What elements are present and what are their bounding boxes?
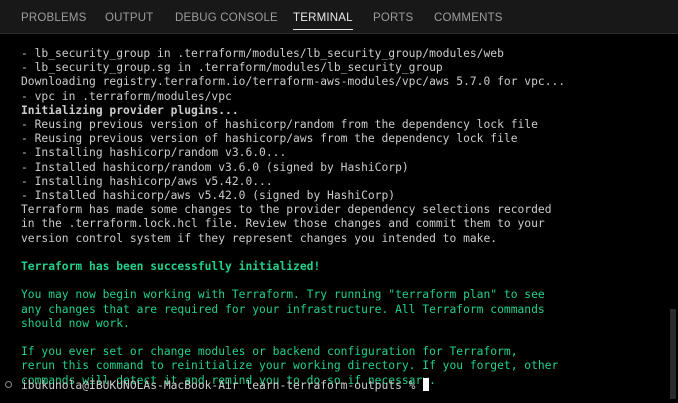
tab-terminal[interactable]: TERMINAL <box>293 0 353 34</box>
tab-output[interactable]: OUTPUT <box>105 0 153 34</box>
tab-problems[interactable]: PROBLEMS <box>21 0 87 34</box>
terminal-line: - Reusing previous version of hashicorp/… <box>21 118 538 131</box>
terminal-line: You may now begin working with Terraform… <box>21 288 545 302</box>
terminal-line: - lb_security_group in .terraform/module… <box>21 47 504 60</box>
terminal-line: should now work. <box>21 316 130 330</box>
block-cursor-icon <box>423 378 430 391</box>
circle-outline-icon[interactable] <box>5 381 12 388</box>
terminal-line: any changes that are required for your i… <box>21 302 545 316</box>
terminal-line: - Reusing previous version of hashicorp/… <box>21 132 518 146</box>
tab-debug-console[interactable]: DEBUG CONSOLE <box>175 0 278 34</box>
terminal-line: Downloading registry.terraform.io/terraf… <box>21 75 566 89</box>
terminal-line: - vpc in .terraform/modules/vpc <box>21 89 232 103</box>
terminal-scrollbar[interactable] <box>668 34 678 403</box>
terminal-panel: PROBLEMS OUTPUT DEBUG CONSOLE TERMINAL P… <box>0 0 678 403</box>
terminal-line: - Installing hashicorp/aws v5.42.0... <box>21 174 273 188</box>
terminal-line: Terraform has been successfully initiali… <box>21 260 321 273</box>
terminal-line: Initializing provider plugins... <box>21 103 239 117</box>
terminal-line: version control system if they represent… <box>21 231 498 245</box>
terminal-prompt: ibukunola@IBUKUNOLAs-MacBook-Air learn-t… <box>21 378 430 393</box>
terminal-line: - Installed hashicorp/random v3.6.0 (sig… <box>21 160 409 174</box>
terminal-output[interactable]: - lb_security_group in .terraform/module… <box>0 34 678 403</box>
terminal-line: - Installing hashicorp/random v3.6.0... <box>21 146 287 160</box>
prompt-label: ibukunola@IBUKUNOLAs-MacBook-Air learn-t… <box>21 379 423 392</box>
terminal-line: Terraform has made some changes to the p… <box>21 203 552 217</box>
tab-comments[interactable]: COMMENTS <box>434 0 503 34</box>
panel-tab-bar: PROBLEMS OUTPUT DEBUG CONSOLE TERMINAL P… <box>0 0 678 34</box>
scrollbar-thumb[interactable] <box>670 309 676 399</box>
terminal-line: - Installed hashicorp/aws v5.42.0 (signe… <box>21 189 396 202</box>
terminal-line: - lb_security_group.sg in .terraform/mod… <box>21 61 443 75</box>
terminal-line: If you ever set or change modules or bac… <box>21 345 518 359</box>
terminal-line: in the .terraform.lock.hcl file. Review … <box>21 217 545 231</box>
terminal-prompt-row[interactable]: ibukunola@IBUKUNOLAs-MacBook-Air learn-t… <box>0 378 678 392</box>
terminal-line: rerun this command to reinitialize your … <box>21 359 559 373</box>
tab-ports[interactable]: PORTS <box>373 0 413 34</box>
